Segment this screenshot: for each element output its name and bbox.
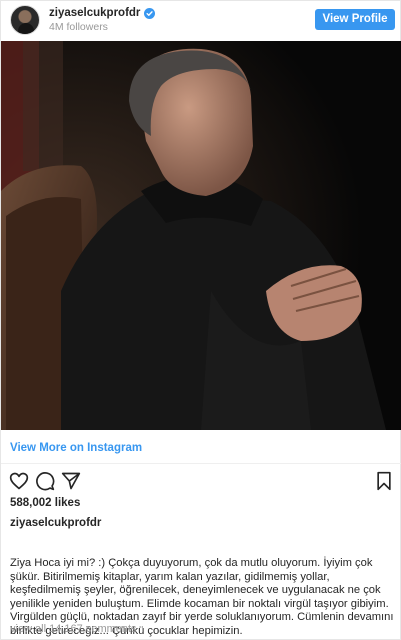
view-profile-button[interactable]: View Profile <box>315 9 395 30</box>
username-row: ziyaselcukprofdr <box>49 7 156 19</box>
instagram-embed-card: ziyaselcukprofdr 4M followers View Profi… <box>0 0 401 640</box>
username[interactable]: ziyaselcukprofdr <box>49 7 140 19</box>
portrait-photo-image <box>1 41 401 430</box>
view-more-link[interactable]: View More on Instagram <box>10 442 142 454</box>
avatar[interactable] <box>10 5 40 35</box>
likes-count[interactable]: 588,002 likes <box>10 497 80 509</box>
verified-badge-icon <box>144 7 156 19</box>
view-comments-link[interactable]: view all 14,167 comments <box>10 623 137 635</box>
heart-icon[interactable] <box>9 471 29 491</box>
post-header: ziyaselcukprofdr 4M followers View Profi… <box>1 1 401 39</box>
action-bar <box>1 471 401 493</box>
post-photo[interactable] <box>1 41 401 430</box>
followers-count: 4M followers <box>49 21 108 33</box>
divider <box>1 463 401 464</box>
share-icon[interactable] <box>61 471 81 491</box>
bookmark-icon[interactable] <box>374 471 394 491</box>
caption-username[interactable]: ziyaselcukprofdr <box>10 517 101 529</box>
comment-icon[interactable] <box>35 471 55 491</box>
